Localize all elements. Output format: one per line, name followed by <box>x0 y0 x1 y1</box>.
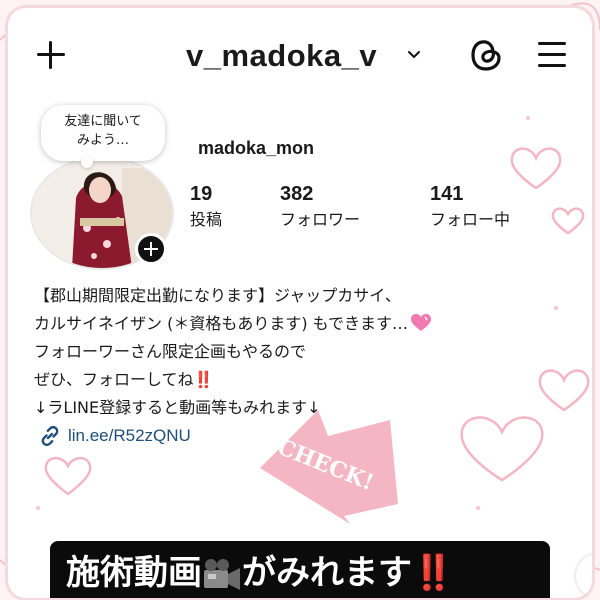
profile-bio: 【郡山期間限定出勤になります】ジャップカサイ、 カルサイネイザン (＊資格もあり… <box>34 282 554 422</box>
stat-followers-label: フォロワー <box>280 210 361 229</box>
note-bubble[interactable]: 友達に聞いて みよう… <box>41 105 165 168</box>
new-post-button[interactable] <box>34 38 68 72</box>
double-exclamation-icon: ‼️ <box>412 553 455 593</box>
bio-line-2-text: カルサイネイザン (＊資格もあります) もできます… <box>34 314 409 333</box>
add-story-button[interactable] <box>135 233 167 265</box>
stat-posts[interactable]: 19 投稿 <box>190 182 222 232</box>
stat-posts-count: 19 <box>190 183 213 205</box>
menu-icon[interactable] <box>536 40 568 70</box>
stat-followers[interactable]: 382 フォロワー <box>280 182 360 232</box>
note-line-2: みよう… <box>76 133 129 148</box>
stat-following[interactable]: 141 フォロー中 <box>430 182 510 232</box>
stat-following-label: フォロー中 <box>430 210 511 229</box>
bio-line-2: カルサイネイザン (＊資格もあります) もできます… <box>34 310 554 338</box>
video-camera-icon <box>204 558 240 590</box>
caption-text-after: がみれます <box>242 553 412 593</box>
caption-banner: 施術動画 がみれます‼️ <box>50 541 550 598</box>
pink-heart-icon <box>411 314 432 331</box>
note-line-1: 友達に聞いて <box>64 114 142 129</box>
threads-icon[interactable] <box>468 36 504 74</box>
profile-username[interactable]: v_madoka_v <box>186 36 377 76</box>
bio-line-3: フォローワーさん限定企画もやるので <box>34 342 307 361</box>
bio-link-text: lin.ee/R52zQNU <box>68 426 191 445</box>
bio-line-1: 【郡山期間限定出勤になります】ジャップカサイ、 <box>34 286 401 305</box>
double-exclamation-icon: ‼️ <box>193 370 214 389</box>
stat-posts-label: 投稿 <box>190 210 223 229</box>
profile-card: v_madoka_v 友達に聞いて みよう… madoka_mon 19 投稿 <box>8 8 592 598</box>
bio-line-4-text: ぜひ、フォローしてね <box>34 370 194 389</box>
link-icon <box>41 425 59 447</box>
stat-followers-count: 382 <box>280 183 314 205</box>
bio-link[interactable]: lin.ee/R52zQNU <box>38 422 191 450</box>
display-name: madoka_mon <box>198 138 315 158</box>
bio-line-4: ぜひ、フォローしてね‼️ <box>34 366 554 394</box>
caption-text-before: 施術動画 <box>66 553 202 593</box>
caption-text: 施術動画 がみれます‼️ <box>66 548 454 598</box>
check-arrow-stamp: CHECK! <box>260 410 398 524</box>
chevron-down-icon[interactable] <box>407 50 421 60</box>
stat-following-count: 141 <box>430 183 464 205</box>
